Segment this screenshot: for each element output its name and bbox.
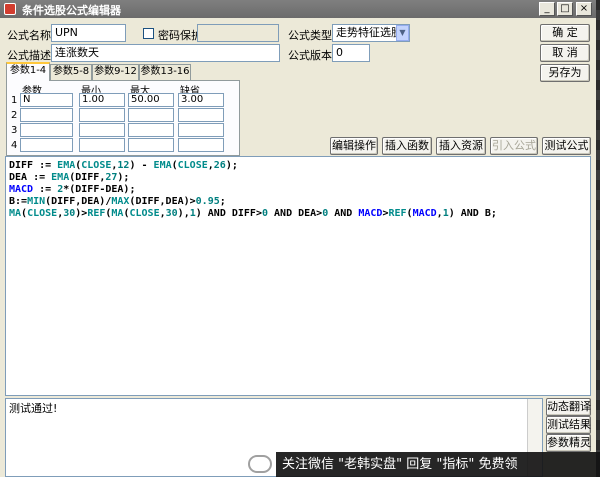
param-max-input[interactable]: [128, 138, 174, 152]
param-wizard-button[interactable]: 参数精灵: [546, 434, 591, 452]
param-default-input[interactable]: 3.00: [178, 93, 224, 107]
dynamic-translate-button[interactable]: 动态翻译: [546, 398, 591, 416]
param-max-input[interactable]: 50.00: [128, 93, 174, 107]
code-line: MA(CLOSE,30)>REF(MA(CLOSE,30),1) AND DIF…: [9, 208, 497, 219]
param-min-input[interactable]: [79, 108, 125, 122]
status-text: 测试通过!: [9, 402, 58, 415]
minimize-button[interactable]: _: [539, 2, 555, 16]
code-line: B:=MIN(DIFF,DEA)/MAX(DIFF,DEA)>0.95;: [9, 196, 226, 207]
param-name-input[interactable]: N: [20, 93, 73, 107]
formula-code-editor[interactable]: DIFF := EMA(CLOSE,12) - EMA(CLOSE,26); D…: [5, 156, 591, 396]
code-line: DIFF := EMA(CLOSE,12) - EMA(CLOSE,26);: [9, 160, 238, 171]
import-formula-button[interactable]: 引入公式: [490, 137, 538, 155]
param-name-input[interactable]: [20, 108, 73, 122]
formula-editor-window: 条件选股公式编辑器 _ □ × 公式名称 UPN 密码保护 公式类型 走势特征选…: [0, 0, 596, 477]
param-min-input[interactable]: [79, 138, 125, 152]
tab-params-1-4[interactable]: 参数1-4: [6, 62, 50, 81]
maximize-button[interactable]: □: [557, 2, 573, 16]
code-line: DEA := EMA(DIFF,27);: [9, 172, 130, 183]
formula-version-input[interactable]: 0: [332, 44, 370, 62]
test-formula-button[interactable]: 测试公式: [542, 137, 591, 155]
background-strip: [596, 0, 600, 477]
edit-ops-button[interactable]: 编辑操作: [330, 137, 378, 155]
chevron-down-icon[interactable]: ▼: [396, 25, 409, 41]
wechat-logo-icon: [248, 455, 272, 473]
password-input[interactable]: [197, 24, 279, 42]
param-row-number: 3: [11, 125, 18, 136]
param-name-input[interactable]: [20, 123, 73, 137]
code-line: MACD := 2*(DIFF-DEA);: [9, 184, 136, 195]
password-checkbox[interactable]: [143, 28, 154, 39]
param-min-input[interactable]: 1.00: [79, 93, 125, 107]
close-button[interactable]: ×: [576, 2, 592, 16]
formula-name-input[interactable]: UPN: [51, 24, 126, 42]
insert-function-button[interactable]: 插入函数: [382, 137, 432, 155]
param-default-input[interactable]: [178, 123, 224, 137]
app-icon: [4, 3, 16, 15]
save-as-button[interactable]: 另存为: [540, 64, 590, 82]
password-label: 密码保护: [158, 29, 202, 42]
formula-version-label: 公式版本: [288, 49, 332, 62]
param-default-input[interactable]: [178, 108, 224, 122]
tab-params-9-12[interactable]: 参数9-12: [92, 64, 139, 80]
tab-params-13-16[interactable]: 参数13-16: [139, 64, 191, 80]
param-max-input[interactable]: [128, 108, 174, 122]
title-bar[interactable]: 条件选股公式编辑器 _ □ ×: [0, 0, 596, 18]
window-title: 条件选股公式编辑器: [22, 4, 121, 17]
formula-desc-label: 公式描述: [7, 49, 51, 62]
watermark-text: 关注微信 "老韩实盘" 回复 "指标" 免费领: [276, 452, 600, 477]
param-row-number: 4: [11, 140, 18, 151]
tab-params-5-8[interactable]: 参数5-8: [50, 64, 92, 80]
param-name-input[interactable]: [20, 138, 73, 152]
param-row-number: 2: [11, 110, 18, 121]
test-result-button[interactable]: 测试结果: [546, 416, 591, 434]
param-row-number: 1: [11, 95, 18, 106]
cancel-button[interactable]: 取 消: [540, 44, 590, 62]
param-max-input[interactable]: [128, 123, 174, 137]
param-default-input[interactable]: [178, 138, 224, 152]
insert-resource-button[interactable]: 插入资源: [436, 137, 486, 155]
formula-type-label: 公式类型: [288, 29, 332, 42]
param-min-input[interactable]: [79, 123, 125, 137]
formula-desc-input[interactable]: 连涨数天: [51, 44, 280, 62]
formula-name-label: 公式名称: [7, 29, 51, 42]
ok-button[interactable]: 确 定: [540, 24, 590, 42]
